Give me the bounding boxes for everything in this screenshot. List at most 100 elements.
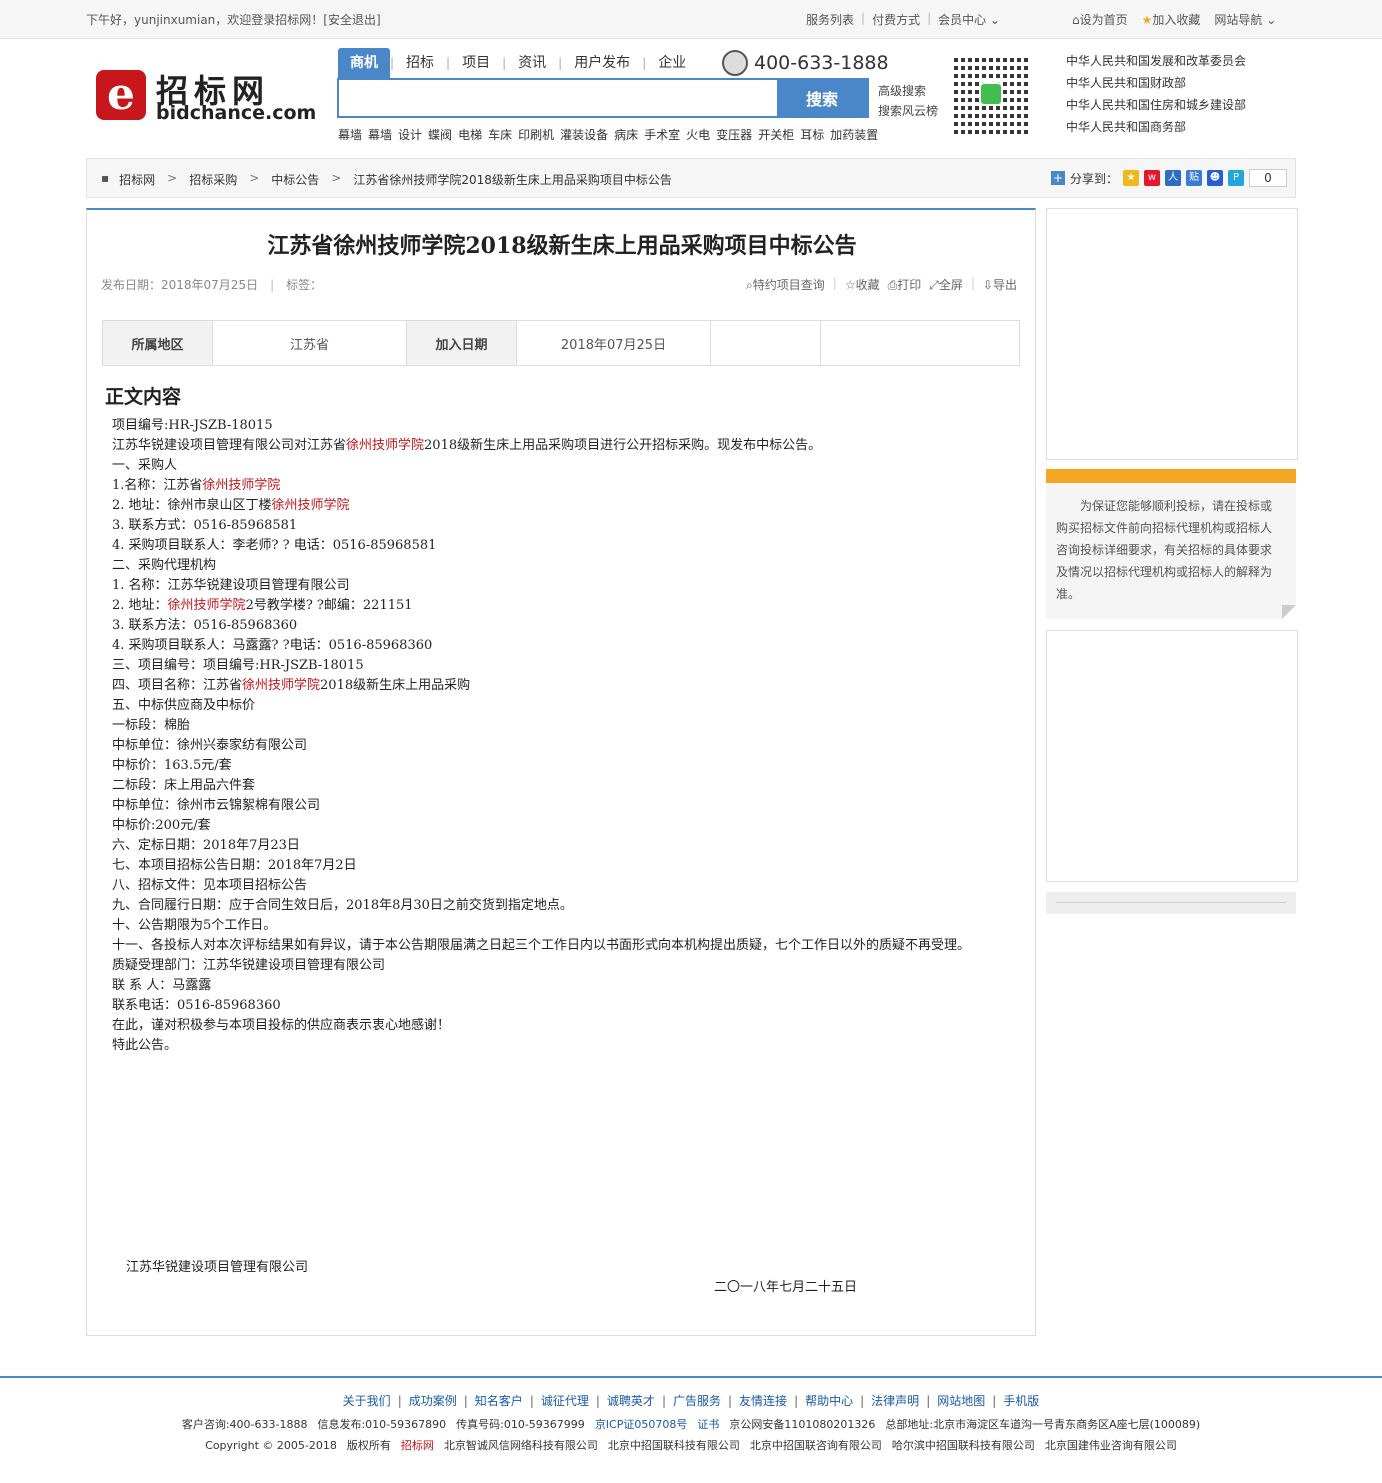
hot-keyword[interactable]: 车床 (488, 126, 512, 143)
hot-keyword[interactable]: 病床 (614, 126, 638, 143)
headset-icon (722, 50, 748, 76)
tab-zhaobiao[interactable]: 招标 (394, 48, 446, 78)
breadcrumb-home[interactable]: 招标网 (119, 171, 155, 188)
top-links: 服务列表 | 付费方式 | 会员中心 ⌄ (806, 11, 1001, 28)
footer-info-item[interactable]: 京ICP证050708号 (595, 1418, 688, 1431)
tab-company[interactable]: 企业 (646, 48, 698, 78)
search-ranking-link[interactable]: 搜索风云榜 (878, 104, 938, 118)
gov-link-ndrc[interactable]: 中华人民共和国发展和改革委员会 (1066, 54, 1246, 68)
search-extra-links: 高级搜索 搜索风云榜 (878, 81, 938, 121)
breadcrumb-procurement[interactable]: 招标采购 (189, 171, 237, 188)
add-fav-link[interactable]: ★加入收藏 (1142, 11, 1201, 28)
footer-link[interactable]: 关于我们 (343, 1394, 391, 1408)
tab-zixun[interactable]: 资讯 (506, 48, 558, 78)
qzone-icon[interactable]: ★ (1123, 170, 1139, 186)
body-text: 在此，谨对积极参与本项目投标的供应商表示衷心地感谢！ (112, 1018, 451, 1033)
hot-keyword[interactable]: 幕墙 (338, 126, 362, 143)
info-table: 所属地区 江苏省 加入日期 2018年07月25日 (102, 320, 1020, 366)
date-label: 加入日期 (406, 320, 517, 366)
site-logo[interactable]: e 招标网 bidchance.com (96, 66, 316, 126)
hot-keyword[interactable]: 加药装置 (830, 126, 878, 143)
footer-info-item[interactable]: 证书 (697, 1418, 719, 1431)
tieba-icon[interactable]: 贴 (1186, 170, 1202, 186)
hot-keyword[interactable]: 灌装设备 (560, 126, 608, 143)
notice-text: 为保证您能够顺利投标，请在投标或购买招标文件前向招标代理机构或招标人咨询投标详细… (1056, 499, 1273, 601)
pengyou-icon[interactable]: P (1228, 170, 1244, 186)
search-icon: ⌕ (746, 278, 753, 292)
fullscreen-label: 全屏 (938, 278, 963, 292)
payment-link[interactable]: 付费方式 (872, 11, 920, 28)
body-line: 十一、各投标人对本次评标结果如有异议，请于本公告期限届满之日起三个工作日内以书面… (112, 936, 1022, 956)
set-home-link[interactable]: ⌂设为首页 (1072, 11, 1128, 28)
body-text: 五、中标供应商及中标价 (112, 698, 256, 713)
favorite-button[interactable]: ☆收藏 (845, 276, 880, 293)
body-line: 四、项目名称：江苏省徐州技师学院2018级新生床上用品采购 (112, 676, 1022, 696)
weibo-icon[interactable]: w (1144, 170, 1160, 186)
footer-copy-item: 北京国建伟业咨询有限公司 (1044, 1439, 1177, 1452)
project-query-label: 特约项目查询 (752, 278, 825, 292)
hot-keyword[interactable]: 开关柜 (758, 126, 794, 143)
advanced-search-link[interactable]: 高级搜索 (878, 84, 926, 98)
body-text: 联 系 人：马露露 (112, 978, 212, 993)
chevron-down-icon: ⌄ (1266, 13, 1277, 27)
site-nav-link[interactable]: 网站导航 ⌄ (1214, 11, 1276, 28)
hot-keyword[interactable]: 设计 (398, 126, 422, 143)
project-query-button[interactable]: ⌕特约项目查询 (746, 276, 825, 293)
footer-link[interactable]: 广告服务 (673, 1394, 721, 1408)
renren-icon[interactable]: 人 (1165, 170, 1181, 186)
tab-shangji[interactable]: 商机 (338, 48, 390, 78)
tab-xiangmu[interactable]: 项目 (450, 48, 502, 78)
footer-link[interactable]: 知名客户 (475, 1394, 523, 1408)
export-button[interactable]: ⇩导出 (983, 276, 1017, 293)
body-text: 质疑受理部门：江苏华锐建设项目管理有限公司 (112, 958, 386, 973)
body-line: 十、公告期限为5个工作日。 (112, 916, 1022, 936)
print-label: 打印 (897, 278, 922, 292)
fullscreen-button[interactable]: ⤢全屏 (929, 276, 963, 293)
hot-keyword[interactable]: 变压器 (716, 126, 752, 143)
footer-link[interactable]: 网站地图 (937, 1394, 985, 1408)
service-list-link[interactable]: 服务列表 (806, 11, 854, 28)
footer-link[interactable]: 诚征代理 (541, 1394, 589, 1408)
footer-link[interactable]: 帮助中心 (805, 1394, 853, 1408)
footer-link[interactable]: 法律声明 (871, 1394, 919, 1408)
search-input[interactable] (339, 80, 777, 116)
gov-link-mofcom[interactable]: 中华人民共和国商务部 (1066, 120, 1186, 134)
gov-link-mof[interactable]: 中华人民共和国财政部 (1066, 76, 1186, 90)
logo-mark: e (96, 70, 146, 120)
footer-copy-item[interactable]: 招标网 (401, 1439, 434, 1452)
highlight-link[interactable]: 徐州技师学院 (168, 598, 246, 613)
print-button[interactable]: ⎙打印 (888, 276, 922, 293)
hot-keyword[interactable]: 电梯 (458, 126, 482, 143)
hot-keyword[interactable]: 手术室 (644, 126, 680, 143)
footer-link[interactable]: 诚聘英才 (607, 1394, 655, 1408)
highlight-link[interactable]: 徐州技师学院 (242, 678, 320, 693)
body-text: 项目编号:HR-JSZB-18015 (112, 418, 273, 433)
hot-keyword[interactable]: 耳标 (800, 126, 824, 143)
footer-copy-item: 哈尔滨中招国联科技有限公司 (891, 1439, 1035, 1452)
hot-keyword[interactable]: 幕墙 (368, 126, 392, 143)
highlight-link[interactable]: 徐州技师学院 (272, 498, 350, 513)
footer-link[interactable]: 友情连接 (739, 1394, 787, 1408)
export-icon: ⇩ (982, 278, 993, 292)
body-text: 1. 名称：江苏华锐建设项目管理有限公司 (112, 578, 350, 593)
baidu-icon[interactable]: ☻ (1207, 170, 1223, 186)
body-line: 九、合同履行日期：应于合同生效日后，2018年8月30日之前交货到指定地点。 (112, 896, 1022, 916)
gov-link-mohurd[interactable]: 中华人民共和国住房和城乡建设部 (1066, 98, 1246, 112)
highlight-link[interactable]: 徐州技师学院 (346, 438, 424, 453)
body-text: 九、合同履行日期：应于合同生效日后，2018年8月30日之前交货到指定地点。 (112, 898, 573, 913)
hot-keyword[interactable]: 印刷机 (518, 126, 554, 143)
body-line: 一标段：棉胎 (112, 716, 1022, 736)
hot-keyword[interactable]: 火电 (686, 126, 710, 143)
search-button[interactable]: 搜索 (777, 80, 867, 116)
side-ad-middle (1046, 630, 1298, 882)
hot-keyword[interactable]: 蝶阀 (428, 126, 452, 143)
member-center-link[interactable]: 会员中心 ⌄ (938, 11, 1000, 28)
top-bar: 下午好，yunjinxumian，欢迎登录招标网！[安全退出] 服务列表 | 付费… (0, 0, 1382, 39)
footer-link[interactable]: 成功案例 (409, 1394, 457, 1408)
breadcrumb-award[interactable]: 中标公告 (271, 171, 319, 188)
tab-user-publish[interactable]: 用户发布 (562, 48, 642, 78)
footer-link[interactable]: 手机版 (1003, 1394, 1039, 1408)
highlight-link[interactable]: 徐州技师学院 (202, 478, 280, 493)
body-text: 一、采购人 (112, 458, 178, 473)
empty-cell (820, 320, 1020, 366)
